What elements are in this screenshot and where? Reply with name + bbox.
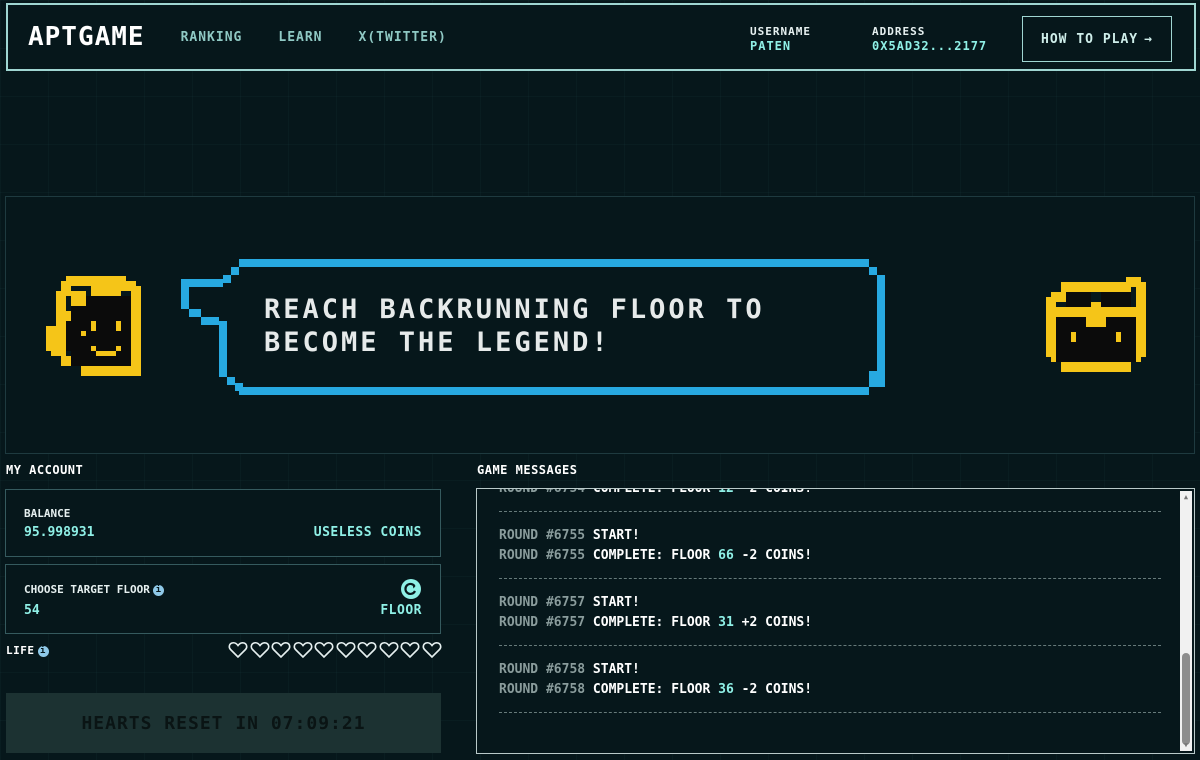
heart-icon: [400, 641, 420, 659]
how-to-play-button[interactable]: HOW TO PLAY →: [1022, 16, 1172, 62]
top-header: APTGAME RANKING LEARN X(TWITTER) USERNAM…: [6, 3, 1196, 71]
game-messages-title: GAME MESSAGES: [477, 463, 578, 477]
coins-change: -2 COINS!: [741, 548, 813, 563]
scroll-up-icon[interactable]: ▲: [1181, 493, 1191, 501]
heart-icon: [250, 641, 269, 659]
game-messages-panel[interactable]: ROUND #6754 COMPLETE: FLOOR 12 -2 COINS!…: [476, 488, 1195, 754]
message-group: ROUND #6755 START! ROUND #6755 COMPLETE:…: [499, 512, 1161, 579]
wallet-address[interactable]: 0X5AD32...2177: [872, 39, 987, 54]
target-floor-label: CHOOSE TARGET FLOOR: [24, 583, 150, 596]
round-number: ROUND #6757: [499, 615, 586, 630]
floor-number: 66: [718, 548, 734, 563]
round-number: ROUND #6755: [499, 548, 586, 563]
address-block: ADDRESS 0X5AD32...2177: [872, 25, 987, 54]
round-number: ROUND #6755: [499, 528, 586, 543]
arrow-right-icon: →: [1144, 31, 1153, 47]
message-group: ROUND #6757 START! ROUND #6757 COMPLETE:…: [499, 579, 1161, 646]
username-value: PATEN: [750, 39, 792, 53]
coins-change: +2 COINS!: [741, 615, 813, 630]
banner-line-1: REACH BACKRUNNING FLOOR TO: [264, 294, 765, 325]
username-label: USERNAME: [750, 25, 811, 38]
nav-ranking-link[interactable]: RANKING: [181, 30, 243, 45]
message-group: ROUND #6758 START! ROUND #6758 COMPLETE:…: [499, 646, 1161, 713]
info-icon[interactable]: i: [152, 584, 164, 596]
hearts-reset-button[interactable]: HEARTS RESET IN 07:09:21: [6, 693, 441, 753]
round-number: ROUND #6758: [499, 662, 586, 677]
balance-label: BALANCE: [24, 507, 71, 520]
message-line: ROUND #6758 START!: [499, 660, 1161, 680]
hero-banner: REACH BACKRUNNING FLOOR TO BECOME THE LE…: [5, 196, 1195, 454]
balance-value: 95.998931: [24, 525, 95, 540]
coins-change: -2 COINS!: [741, 682, 813, 697]
message-text: COMPLETE: FLOOR: [592, 682, 711, 697]
round-number: ROUND #6754: [499, 488, 586, 496]
target-floor-card[interactable]: CHOOSE TARGET FLOOR i 54 FLOOR: [5, 564, 441, 634]
nav-learn-link[interactable]: LEARN: [278, 30, 322, 45]
message-line: ROUND #6755 START!: [499, 526, 1161, 546]
life-label-row: LIFE i: [6, 644, 49, 657]
app-logo[interactable]: APTGAME: [28, 22, 145, 52]
heart-icon: [336, 641, 355, 659]
how-to-play-label: HOW TO PLAY: [1041, 31, 1139, 47]
floor-number: 12: [718, 488, 734, 496]
message-line: ROUND #6757 START!: [499, 593, 1161, 613]
heart-icon: [314, 641, 334, 659]
coins-change: -2 COINS!: [741, 488, 813, 496]
balance-unit: USELESS COINS: [313, 525, 422, 540]
my-account-title: MY ACCOUNT: [6, 463, 84, 477]
heart-icon: [357, 641, 377, 659]
refresh-icon[interactable]: [400, 578, 422, 600]
message-text: COMPLETE: FLOOR: [592, 615, 711, 630]
message-line: ROUND #6754 COMPLETE: FLOOR 12 -2 COINS!: [499, 488, 1161, 499]
target-floor-input[interactable]: 54: [24, 603, 40, 618]
floor-number: 36: [718, 682, 734, 697]
heart-icon: [379, 641, 398, 659]
pixel-smiley-face-icon: [46, 276, 141, 376]
scrollbar-thumb[interactable]: [1182, 653, 1190, 745]
banner-headline: REACH BACKRUNNING FLOOR TO BECOME THE LE…: [264, 293, 884, 359]
target-floor-unit: FLOOR: [380, 603, 422, 618]
life-info-icon[interactable]: i: [37, 645, 49, 657]
nav-twitter-link[interactable]: X(TWITTER): [359, 30, 447, 45]
life-label: LIFE: [6, 644, 35, 657]
scroll-down-icon[interactable]: ▼: [1181, 741, 1191, 749]
message-line: ROUND #6758 COMPLETE: FLOOR 36 -2 COINS!: [499, 680, 1161, 700]
balance-card: BALANCE 95.998931 USELESS COINS: [5, 489, 441, 557]
username-block: USERNAME PATEN: [750, 25, 811, 54]
target-floor-label-row: CHOOSE TARGET FLOOR i: [24, 583, 164, 596]
heart-icon: [422, 641, 441, 659]
life-hearts: [228, 641, 442, 659]
message-text: START!: [592, 662, 640, 677]
message-line: ROUND #6755 COMPLETE: FLOOR 66 -2 COINS!: [499, 546, 1161, 566]
message-text: START!: [592, 595, 640, 610]
address-label: ADDRESS: [872, 25, 926, 38]
message-group: ROUND #6754 COMPLETE: FLOOR 12 -2 COINS!: [499, 488, 1161, 512]
main-nav: RANKING LEARN X(TWITTER): [181, 30, 447, 45]
message-text: COMPLETE: FLOOR: [592, 488, 711, 496]
round-number: ROUND #6757: [499, 595, 586, 610]
message-text: COMPLETE: FLOOR: [592, 548, 711, 563]
banner-line-2: BECOME THE LEGEND!: [264, 327, 611, 358]
message-line: ROUND #6757 COMPLETE: FLOOR 31 +2 COINS!: [499, 613, 1161, 633]
messages-scrollbar[interactable]: ▲ ▼: [1180, 491, 1192, 751]
heart-icon: [271, 641, 291, 659]
messages-list: ROUND #6754 COMPLETE: FLOOR 12 -2 COINS!…: [499, 488, 1161, 713]
round-number: ROUND #6758: [499, 682, 586, 697]
heart-icon: [228, 641, 248, 659]
message-text: START!: [592, 528, 640, 543]
heart-icon: [293, 641, 312, 659]
pixel-blob-face-icon: [1046, 277, 1146, 372]
floor-number: 31: [718, 615, 734, 630]
